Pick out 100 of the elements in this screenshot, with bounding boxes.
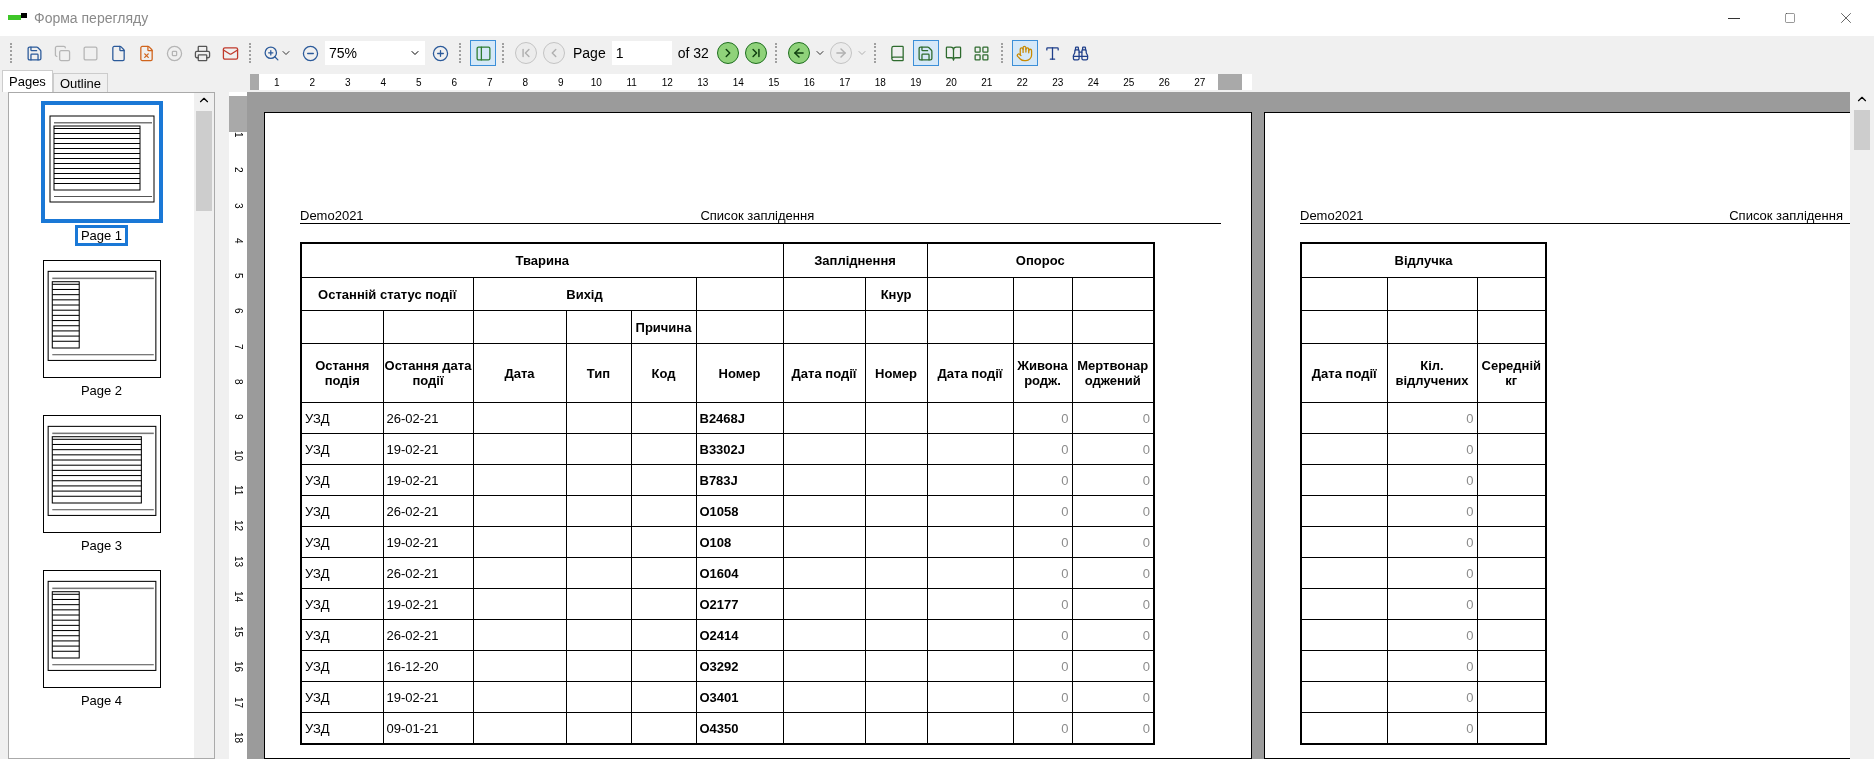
minus-circle-icon <box>301 44 319 62</box>
table-cell: УЗД <box>301 557 383 589</box>
table-cell: УЗД <box>301 681 383 713</box>
maximize-icon <box>1784 12 1796 24</box>
text-icon <box>1044 44 1062 62</box>
page-navigation-button[interactable] <box>716 42 739 64</box>
table-cell: 19-02-21 <box>383 464 473 496</box>
column-header: Остання подія <box>301 343 383 403</box>
ruler-number: 15 <box>767 76 781 88</box>
column-header: Номер <box>696 343 783 403</box>
scrollbar-thumb[interactable] <box>196 111 212 211</box>
ruler-number: 17 <box>232 696 244 710</box>
page-count: of 32 <box>677 45 709 61</box>
table-cell: 16-12-20 <box>383 650 473 682</box>
ruler-number: 3 <box>232 202 244 211</box>
ruler-number: 2 <box>308 76 317 88</box>
column-header: Кнур <box>865 277 928 311</box>
table-cell: 0 <box>1013 464 1073 496</box>
ruler-number: 3 <box>343 76 352 88</box>
column-header: Номер <box>865 343 928 403</box>
column-header: Тип <box>566 343 631 403</box>
scrollbar[interactable] <box>194 93 214 758</box>
column-header: Тварина <box>301 243 783 278</box>
column-header: Остання дата події <box>383 343 473 403</box>
table-cell: УЗД <box>301 650 383 682</box>
ruler-number: 27 <box>1193 76 1207 88</box>
table-cell: 19-02-21 <box>383 681 473 713</box>
table-cell: 0 <box>1387 650 1477 682</box>
app-icon <box>8 13 28 23</box>
stop-icon <box>165 44 183 62</box>
book-icon <box>889 44 907 62</box>
ruler-number: 5 <box>414 76 423 88</box>
header-text: Demo2021 <box>300 208 364 223</box>
document-icon <box>137 44 155 62</box>
column-header: Дата події <box>927 343 1014 403</box>
table-cell: 0 <box>1387 557 1477 589</box>
page-thumbnail[interactable] <box>40 101 163 223</box>
grid-icon <box>973 44 991 62</box>
table-cell: O1058 <box>696 495 783 527</box>
page-navigation-button[interactable] <box>744 42 767 64</box>
table-cell: 0 <box>1387 526 1477 558</box>
table-cell: 26-02-21 <box>383 402 473 434</box>
panel-tab[interactable]: Pages <box>2 70 53 92</box>
ruler-number: 20 <box>944 76 958 88</box>
history-button[interactable] <box>787 42 810 64</box>
column-header: Дата події <box>1301 343 1387 403</box>
thumbnail-label: Page 2 <box>79 382 124 400</box>
ruler-number: 11 <box>625 76 638 88</box>
page-thumbnail[interactable] <box>42 415 161 533</box>
table-cell: 0 <box>1013 681 1073 713</box>
square-icon <box>81 44 99 62</box>
table-cell: 0 <box>1013 557 1073 589</box>
table-cell: 0 <box>1387 681 1477 713</box>
table-cell: 0 <box>1387 433 1477 465</box>
panel-tab[interactable]: Outline <box>52 73 109 92</box>
table-cell: УЗД <box>301 526 383 558</box>
table-cell: O3401 <box>696 681 783 713</box>
table-cell: 0 <box>1387 588 1477 620</box>
open-book-icon <box>945 44 963 62</box>
ruler-number: 1 <box>272 76 281 88</box>
arrow-right-icon <box>833 46 848 60</box>
report-title: Список заплідення <box>699 208 816 223</box>
ruler-number: 14 <box>232 590 244 604</box>
table-cell: 0 <box>1013 402 1073 434</box>
ruler-number: 18 <box>873 76 887 88</box>
table-cell: O2414 <box>696 619 783 651</box>
ruler-number: 13 <box>232 555 244 569</box>
table-cell: УЗД <box>301 464 383 496</box>
ruler-number: 15 <box>232 626 244 640</box>
table-cell: B2468J <box>696 402 783 434</box>
scrollbar-thumb[interactable] <box>1854 110 1870 150</box>
table-cell: 0 <box>1013 650 1073 682</box>
table-cell: 19-02-21 <box>383 588 473 620</box>
document-icon <box>109 44 127 62</box>
view-mode-button[interactable] <box>912 40 939 66</box>
ruler-number: 17 <box>838 76 852 88</box>
table-cell: УЗД <box>301 402 383 434</box>
ruler-number: 8 <box>521 76 530 88</box>
ruler-number: 12 <box>660 76 674 88</box>
report-title: Список заплідення <box>1728 208 1844 223</box>
table-cell: O2177 <box>696 588 783 620</box>
ruler-number: 9 <box>556 76 565 88</box>
ruler-number: 18 <box>232 732 244 746</box>
ruler-number: 23 <box>1051 76 1065 88</box>
table-cell: 0 <box>1387 402 1477 434</box>
ruler-number: 6 <box>232 308 244 317</box>
page-thumbnail[interactable] <box>42 570 161 688</box>
table-cell: 0 <box>1013 526 1073 558</box>
page-thumbnail[interactable] <box>42 260 161 378</box>
table-cell: B3302J <box>696 433 783 465</box>
tool-button[interactable] <box>1011 40 1038 66</box>
table-cell: 26-02-21 <box>383 495 473 527</box>
page-label: Page <box>573 45 606 61</box>
ruler-number: 5 <box>232 273 244 281</box>
sidebar-toggle-button[interactable] <box>470 40 496 66</box>
zoom-select[interactable]: 75% <box>325 41 425 65</box>
zoom-in-icon <box>263 44 280 62</box>
table-cell: 0 <box>1387 619 1477 651</box>
header-text: Demo2021 <box>1300 208 1364 223</box>
page-input[interactable]: 1 <box>611 41 672 65</box>
